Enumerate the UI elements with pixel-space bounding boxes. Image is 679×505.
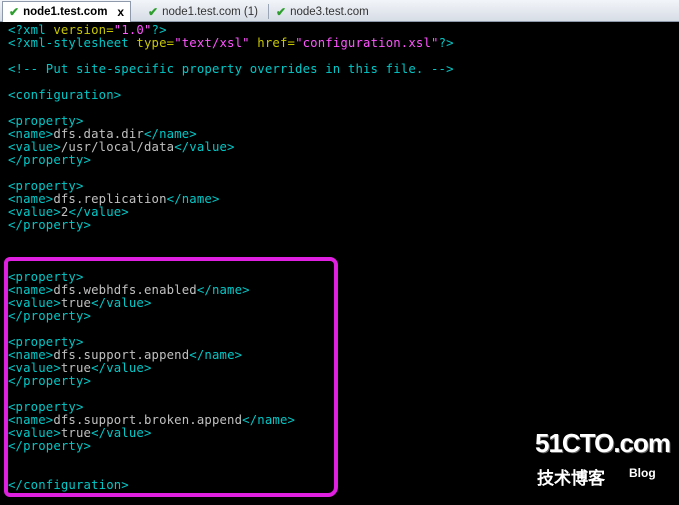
tab-label: node1.test.com (1) [162,6,258,18]
watermark-logo: 51CTO.com 技术博客 Blog [535,428,671,492]
connected-check-icon: ✔ [9,5,20,19]
comment-line: <!-- Put site-specific property override… [8,62,454,76]
tab-label: node1.test.com [23,6,108,18]
watermark-site: 51CTO.com [535,428,671,458]
tab-node3[interactable]: ✔ node3.test.com [270,2,375,22]
configuration-open-line: <configuration> [8,88,122,102]
tab-separator [268,4,269,19]
tab-label: node3.test.com [290,6,369,18]
property-close-line: </property> [8,218,92,232]
tab-bar: ✔ node1.test.com x ✔ node1.test.com (1) … [0,0,679,22]
connected-check-icon: ✔ [148,5,159,19]
tab-node1-1[interactable]: ✔ node1.test.com (1) [142,2,264,22]
tab-node1[interactable]: ✔ node1.test.com x [2,1,132,22]
stylesheet-line: <?xml-stylesheet type="text/xsl" href="c… [8,36,454,50]
watermark-caption: 技术博客 [537,469,605,489]
close-tab-icon[interactable]: x [117,5,124,19]
connected-check-icon: ✔ [276,5,287,19]
property-close-line: </property> [8,153,92,167]
watermark-blog: Blog [629,466,656,480]
annotation-highlight-box [4,257,338,497]
